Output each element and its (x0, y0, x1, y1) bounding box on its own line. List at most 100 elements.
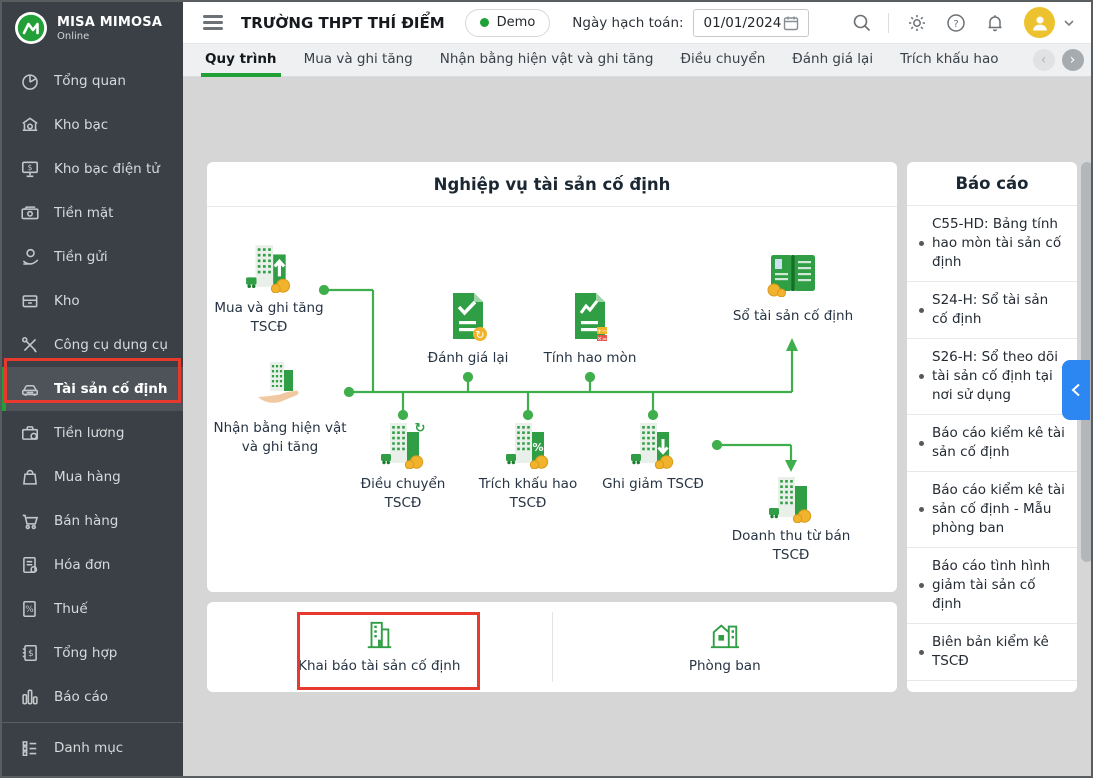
view-all-reports-link[interactable]: Xem tất cả báo cáo (907, 681, 1077, 692)
sidebar-item-mua-hang[interactable]: Mua hàng (2, 455, 183, 499)
flow-label-dieu-chuyen[interactable]: Điều chuyểnTSCĐ (361, 475, 446, 513)
report-item[interactable]: S26-H: Sổ theo dõi tài sản cố định tại n… (907, 339, 1077, 415)
svg-text:$: $ (28, 649, 34, 659)
flow-label-doanh-thu[interactable]: Doanh thu từ bánTSCĐ (732, 527, 851, 565)
search-icon[interactable] (851, 12, 873, 34)
sidebar-item-ban-hang[interactable]: Bán hàng (2, 499, 183, 543)
tab-mua-va-ghi-tang[interactable]: Mua và ghi tăng (304, 44, 413, 77)
logo: MISA MIMOSA Online (2, 2, 183, 53)
sidebar-item-tong-hop[interactable]: $ Tổng hợp (2, 631, 183, 675)
shortcut-khai-bao-tscd[interactable]: Khai báo tài sản cố định (207, 602, 552, 692)
tab-dieu-chuyen[interactable]: Điều chuyển (681, 44, 766, 77)
declare-asset-icon (363, 620, 395, 650)
sidebar-item-tai-san-co-dinh[interactable]: Tài sản cố định (2, 367, 183, 411)
report-item-label: Biên bản kiểm kê TSCĐ (932, 633, 1067, 671)
chevron-left-icon (1071, 383, 1081, 397)
sidebar-item-partial[interactable]: Số dư ban đầu (2, 770, 183, 778)
sidebar-item-tien-luong[interactable]: Tiền lương (2, 411, 183, 455)
sidebar-item-tong-quan[interactable]: Tổng quan (2, 59, 183, 103)
report-item[interactable]: S24-H: Sổ tài sản cố định (907, 282, 1077, 339)
settings-gear-icon[interactable] (906, 12, 928, 34)
flow-node-danh-gia-lai-icon[interactable]: ↻ (446, 291, 490, 341)
flow-label-nhan-bang-hien-vat[interactable]: Nhận bằng hiện vậtvà ghi tăng (213, 419, 346, 457)
sidebar-item-label: Công cụ dụng cụ (54, 337, 168, 353)
tab-scroll-right-icon[interactable]: › (1062, 49, 1084, 71)
flow-label-ghi-giam[interactable]: Ghi giảm TSCĐ (602, 475, 704, 494)
sidebar-item-thue[interactable]: % Thuế (2, 587, 183, 631)
flow-label-so-tscd[interactable]: Sổ tài sản cố định (733, 307, 853, 326)
tab-scroll-left-icon[interactable]: ‹ (1033, 49, 1055, 71)
report-item-label: S26-H: Sổ theo dõi tài sản cố định tại n… (932, 348, 1067, 405)
flow-node-tinh-hao-mon-icon[interactable]: +−×= (568, 291, 612, 341)
process-flowchart: Mua và ghi tăngTSCĐ ↻ Đánh giá lại +−×= … (207, 207, 897, 592)
report-item[interactable]: Biên bản kiểm kê TSCĐ (907, 624, 1077, 681)
sidebar-item-bao-cao[interactable]: Báo cáo (2, 675, 183, 719)
invoice-icon (20, 555, 40, 575)
misa-logo-icon (14, 11, 48, 45)
header-separator (888, 13, 889, 33)
flow-node-doanh-thu-icon[interactable] (767, 475, 815, 523)
briefcase-coin-icon (20, 423, 40, 443)
sidebar-item-label: Danh mục (54, 740, 123, 756)
flow-node-dieu-chuyen-icon[interactable]: ↻ (379, 421, 427, 469)
sidebar-item-tien-gui[interactable]: Tiền gửi (2, 235, 183, 279)
report-item-label: C55-HD: Bảng tính hao mòn tài sản cố địn… (932, 215, 1067, 272)
report-item[interactable]: Báo cáo kiểm kê tài sản cố định (907, 415, 1077, 472)
report-item[interactable]: C55-HD: Bảng tính hao mòn tài sản cố địn… (907, 206, 1077, 282)
status-dot-icon (480, 18, 489, 27)
panel-collapse-tab[interactable] (1062, 360, 1090, 420)
sidebar-item-danh-muc[interactable]: Danh mục (2, 726, 183, 770)
bullet-icon (919, 441, 924, 446)
bullet-icon (919, 241, 924, 246)
content-area: Nghiệp vụ tài sản cố định (183, 77, 1091, 776)
report-item[interactable]: Báo cáo tình hình giảm tài sản cố định (907, 548, 1077, 624)
header: TRƯỜNG THPT THÍ ĐIỂM Demo Ngày hạch toán… (183, 2, 1091, 44)
flow-label-tinh-hao-mon[interactable]: Tính hao mòn (544, 349, 637, 368)
tab-quy-trinh[interactable]: Quy trình (205, 44, 277, 77)
process-card-title: Nghiệp vụ tài sản cố định (207, 162, 897, 207)
flow-node-mua-icon[interactable] (244, 243, 294, 293)
tab-nhan-bang-hien-vat[interactable]: Nhận bằng hiện vật và ghi tăng (440, 44, 654, 77)
flow-node-nhan-bang-hien-vat-icon[interactable] (254, 360, 306, 410)
user-avatar[interactable] (1024, 7, 1055, 38)
flow-label-danh-gia-lai[interactable]: Đánh giá lại (428, 349, 509, 368)
report-item[interactable]: Báo cáo kiểm kê tài sản cố định - Mẫu ph… (907, 472, 1077, 548)
sidebar-item-label: Báo cáo (54, 689, 108, 705)
flow-label-trich-khau-hao[interactable]: Trích khấu haoTSCĐ (479, 475, 577, 513)
tab-trich-khau-hao[interactable]: Trích khấu hao (900, 44, 998, 77)
sidebar-item-tien-mat[interactable]: Tiền mặt (2, 191, 183, 235)
sidebar-item-label: Hóa đơn (54, 557, 110, 573)
ledger-icon: $ (20, 643, 40, 663)
report-item-label: Báo cáo kiểm kê tài sản cố định - Mẫu ph… (932, 481, 1067, 538)
sidebar-item-label: Kho bạc (54, 117, 108, 133)
accounting-date-box[interactable] (693, 9, 809, 37)
sidebar-item-cong-cu-dung-cu[interactable]: Công cụ dụng cụ (2, 323, 183, 367)
sidebar-item-label: Tài sản cố định (54, 381, 168, 397)
hamburger-menu-icon[interactable] (203, 12, 223, 34)
bullet-icon (919, 374, 924, 379)
flow-node-so-tscd-icon[interactable] (767, 249, 819, 297)
calendar-icon[interactable] (782, 14, 800, 32)
pie-chart-icon (20, 71, 40, 91)
svg-text:?: ? (953, 19, 958, 30)
chevron-down-icon[interactable] (1061, 15, 1077, 31)
flow-node-ghi-giam-icon[interactable] (629, 421, 677, 469)
car-icon (20, 379, 40, 399)
sidebar-item-hoa-don[interactable]: Hóa đơn (2, 543, 183, 587)
sidebar-item-kho-bac-dien-tu[interactable]: $ Kho bạc điện tử (2, 147, 183, 191)
help-icon[interactable]: ? (945, 12, 967, 34)
flow-label-mua[interactable]: Mua và ghi tăngTSCĐ (214, 299, 323, 337)
sidebar-item-kho[interactable]: Kho (2, 279, 183, 323)
shortcut-phong-ban[interactable]: Phòng ban (553, 602, 898, 692)
sidebar-item-kho-bac[interactable]: Kho bạc (2, 103, 183, 147)
notifications-bell-icon[interactable] (984, 12, 1006, 34)
reports-panel: Báo cáo C55-HD: Bảng tính hao mòn tài sả… (907, 162, 1077, 692)
tab-danh-gia-lai[interactable]: Đánh giá lại (792, 44, 873, 77)
box-icon (20, 291, 40, 311)
demo-badge: Demo (465, 9, 551, 37)
flow-node-trich-khau-hao-icon[interactable]: % (504, 421, 552, 469)
bullet-icon (919, 583, 924, 588)
accounting-date-input[interactable] (704, 15, 782, 31)
sidebar-item-label: Tiền lương (54, 425, 124, 441)
report-item-label: Báo cáo tình hình giảm tài sản cố định (932, 557, 1067, 614)
